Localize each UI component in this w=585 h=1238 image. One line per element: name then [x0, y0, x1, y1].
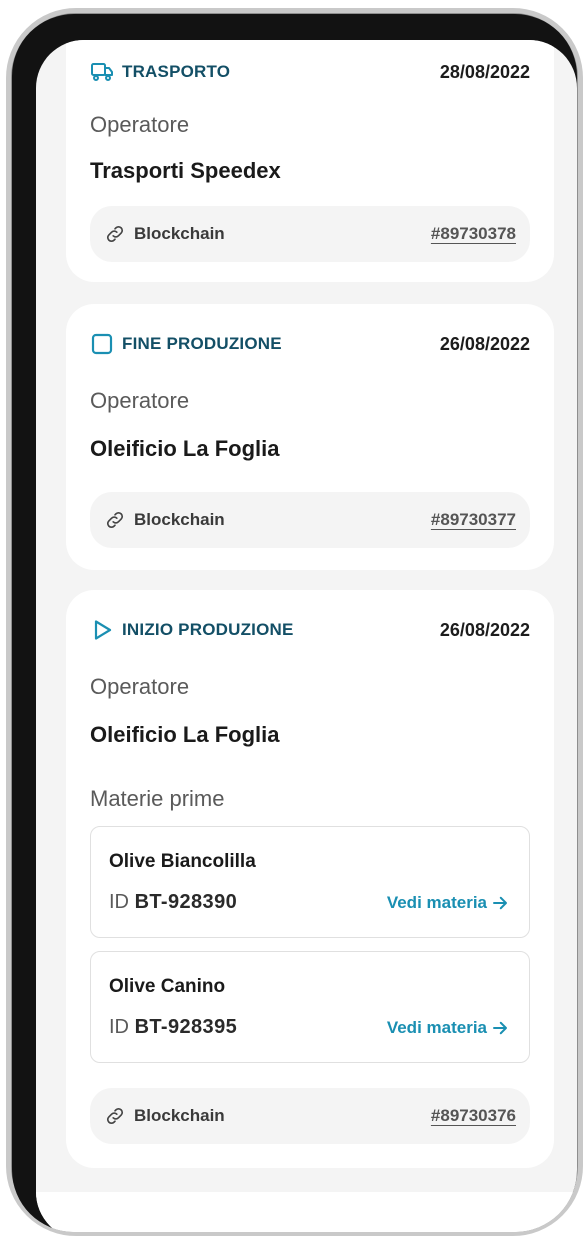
blockchain-label-group: Blockchain [104, 223, 225, 245]
operator-name: Trasporti Speedex [90, 158, 281, 183]
stage-label: FINE PRODUZIONE [122, 334, 282, 353]
truck-icon [91, 63, 113, 81]
link-icon [106, 511, 124, 529]
material-id-value: BT-928390 [134, 891, 238, 913]
view-material-link[interactable]: Vedi materia [387, 1018, 509, 1038]
view-material-link[interactable]: Vedi materia [387, 893, 509, 913]
operator-label: Operatore [90, 112, 190, 137]
phone-bezel: TRASPORTO 28/08/2022 Operatore Trasporti… [12, 14, 577, 1232]
material-name: Olive Canino [109, 976, 226, 997]
screen: TRASPORTO 28/08/2022 Operatore Trasporti… [36, 40, 577, 1232]
blockchain-row: Blockchain #89730376 [90, 1088, 530, 1144]
blockchain-hash-link[interactable]: #89730376 [431, 1106, 516, 1126]
play-icon [94, 620, 112, 640]
blockchain-hash-link[interactable]: #89730377 [431, 510, 516, 530]
blockchain-label: Blockchain [134, 1106, 225, 1125]
event-header: INIZIO PRODUZIONE 26/08/2022 [90, 616, 530, 644]
blockchain-row: Blockchain #89730377 [90, 492, 530, 548]
material-id: ID BT-928390 [109, 891, 237, 914]
arrow-right-icon [493, 1021, 507, 1035]
blockchain-label: Blockchain [134, 224, 225, 243]
square-stop-icon [91, 333, 113, 355]
event-header: FINE PRODUZIONE 26/08/2022 [90, 330, 530, 358]
event-stage: INIZIO PRODUZIONE [90, 618, 294, 642]
operator-label: Operatore [90, 388, 190, 413]
event-card-trasporto: TRASPORTO 28/08/2022 Operatore Trasporti… [66, 40, 554, 282]
material-name: Olive Biancolilla [109, 851, 256, 872]
material-id-value: BT-928395 [134, 1016, 238, 1038]
event-stage: TRASPORTO [90, 60, 230, 84]
material-id-prefix: ID [109, 1016, 129, 1038]
material-id: ID BT-928395 [109, 1016, 237, 1039]
blockchain-hash-link[interactable]: #89730378 [431, 224, 516, 244]
view-material-label: Vedi materia [386, 1018, 487, 1037]
operator-name: Oleificio La Foglia [90, 436, 280, 461]
event-date: 28/08/2022 [439, 61, 530, 82]
stage-label: INIZIO PRODUZIONE [122, 620, 294, 639]
event-date: 26/08/2022 [439, 333, 530, 354]
operator-label: Operatore [90, 674, 190, 699]
materials-title: Materie prime [90, 786, 225, 811]
event-date: 26/08/2022 [439, 619, 530, 640]
link-icon [106, 1107, 124, 1125]
blockchain-label: Blockchain [134, 510, 225, 529]
event-card-inizio-produzione: INIZIO PRODUZIONE 26/08/2022 Operatore O… [66, 590, 554, 1168]
blockchain-label-group: Blockchain [104, 1105, 225, 1127]
event-header: TRASPORTO 28/08/2022 [90, 58, 530, 86]
operator-name: Oleificio La Foglia [90, 722, 280, 747]
blockchain-row: Blockchain #89730378 [90, 206, 530, 262]
blockchain-label-group: Blockchain [104, 509, 225, 531]
link-icon [106, 225, 124, 243]
material-card: Olive Biancolilla ID BT-928390 Vedi mate… [90, 826, 530, 938]
event-card-fine-produzione: FINE PRODUZIONE 26/08/2022 Operatore Ole… [66, 304, 554, 570]
material-card: Olive Canino ID BT-928395 Vedi materia [90, 951, 530, 1063]
material-id-prefix: ID [109, 891, 129, 913]
event-stage: FINE PRODUZIONE [90, 332, 282, 356]
stage-label: TRASPORTO [122, 62, 231, 81]
view-material-label: Vedi materia [386, 893, 487, 912]
arrow-right-icon [493, 896, 507, 910]
bottom-bar [36, 1192, 577, 1232]
